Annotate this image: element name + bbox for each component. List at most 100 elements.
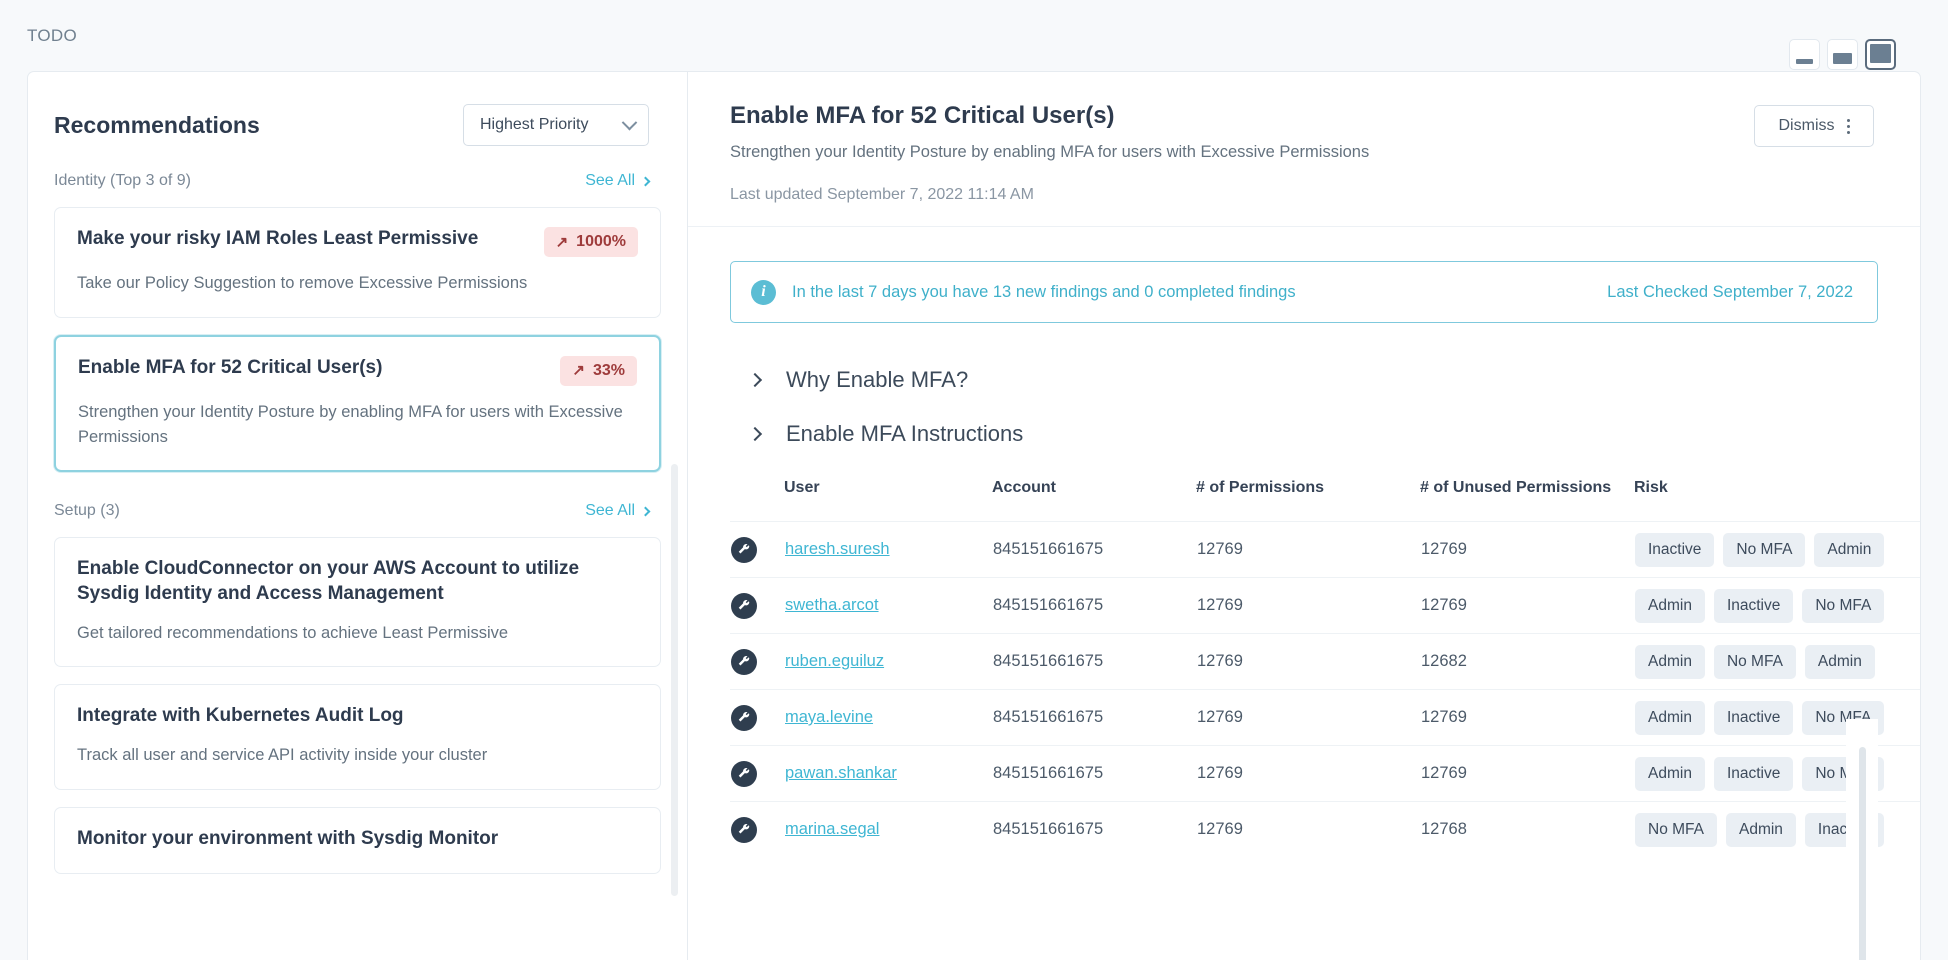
see-all-label: See All xyxy=(585,172,635,190)
page-title: Enable MFA for 52 Critical User(s) xyxy=(730,102,1920,130)
group-label: Setup (3) xyxy=(54,502,120,520)
column-header-risk[interactable]: Risk xyxy=(1634,479,1920,522)
wrench-icon xyxy=(731,649,757,675)
risk-badge: Admin xyxy=(1635,645,1705,679)
accordion-label: Why Enable MFA? xyxy=(786,367,968,393)
risk-badge: Inactive xyxy=(1714,701,1793,735)
cell-account: 845151661675 xyxy=(992,578,1196,634)
user-link[interactable]: swetha.arcot xyxy=(785,596,879,614)
table-row[interactable]: marina.segal8451516616751276912768No MFA… xyxy=(730,802,1920,858)
recommendation-card[interactable]: Monitor your environment with Sysdig Mon… xyxy=(54,807,661,874)
users-table: User Account # of Permissions # of Unuse… xyxy=(730,479,1920,858)
table-row[interactable]: swetha.arcot8451516616751276912769AdminI… xyxy=(730,578,1920,634)
sidebar-scrollbar[interactable] xyxy=(671,464,678,896)
cell-unused-permissions: 12769 xyxy=(1420,690,1634,746)
cell-permissions: 12769 xyxy=(1196,578,1420,634)
cell-unused-permissions: 12769 xyxy=(1420,522,1634,578)
row-avatar-cell xyxy=(730,634,784,690)
cell-risk: InactiveNo MFAAdmin xyxy=(1634,522,1920,578)
main-window: Recommendations Highest Priority Identit… xyxy=(27,71,1921,960)
card-description: Track all user and service API activity … xyxy=(77,743,638,768)
identity-card-list: Make your risky IAM Roles Least Permissi… xyxy=(28,207,687,472)
group-header-identity: Identity (Top 3 of 9) See All xyxy=(28,172,687,190)
table-row[interactable]: ruben.eguiluz8451516616751276912682Admin… xyxy=(730,634,1920,690)
panel-title: Recommendations xyxy=(54,112,260,139)
risk-badge: Admin xyxy=(1726,813,1796,847)
chevron-right-icon xyxy=(641,176,651,186)
panel-size-large-button[interactable] xyxy=(1865,39,1896,70)
column-header-user[interactable]: User xyxy=(784,479,992,522)
recommendations-header: Recommendations Highest Priority xyxy=(28,72,687,146)
risk-badge: Admin xyxy=(1805,645,1875,679)
window-size-controls xyxy=(1789,39,1896,70)
page-subtitle: Strengthen your Identity Posture by enab… xyxy=(730,143,1920,162)
cell-account: 845151661675 xyxy=(992,802,1196,858)
cell-user: haresh.suresh xyxy=(784,522,992,578)
cell-unused-permissions: 12682 xyxy=(1420,634,1634,690)
detail-scrollbar[interactable] xyxy=(1859,747,1866,960)
risk-badge: No MFA xyxy=(1723,533,1805,567)
detail-header: Enable MFA for 52 Critical User(s) Stren… xyxy=(688,72,1920,227)
info-banner-text: In the last 7 days you have 13 new findi… xyxy=(792,283,1296,302)
accordion-enable-mfa-instructions[interactable]: Enable MFA Instructions xyxy=(730,407,1878,461)
table-row[interactable]: pawan.shankar8451516616751276912769Admin… xyxy=(730,746,1920,802)
detail-body: i In the last 7 days you have 13 new fin… xyxy=(688,227,1920,858)
user-link[interactable]: pawan.shankar xyxy=(785,764,897,782)
panel-large-icon xyxy=(1870,44,1891,63)
info-banner-last-checked: Last Checked September 7, 2022 xyxy=(1607,283,1853,302)
cell-account: 845151661675 xyxy=(992,522,1196,578)
column-header-icon xyxy=(730,479,784,522)
risk-badge: Admin xyxy=(1635,589,1705,623)
info-icon: i xyxy=(751,280,776,305)
panel-small-icon xyxy=(1796,59,1813,64)
badge-value: 1000% xyxy=(576,233,626,251)
cell-permissions: 12769 xyxy=(1196,802,1420,858)
sort-select-value: Highest Priority xyxy=(480,116,588,134)
risk-badge: Inactive xyxy=(1635,533,1714,567)
panel-size-small-button[interactable] xyxy=(1789,39,1820,70)
row-avatar-cell xyxy=(730,522,784,578)
cell-user: swetha.arcot xyxy=(784,578,992,634)
sort-select[interactable]: Highest Priority xyxy=(463,104,649,146)
user-link[interactable]: ruben.eguiluz xyxy=(785,652,884,670)
recommendation-card[interactable]: Enable CloudConnector on your AWS Accoun… xyxy=(54,537,661,667)
recommendation-card-selected[interactable]: Enable MFA for 52 Critical User(s) ↗ 33%… xyxy=(54,335,661,473)
column-header-account[interactable]: Account xyxy=(992,479,1196,522)
user-link[interactable]: marina.segal xyxy=(785,820,879,838)
cell-account: 845151661675 xyxy=(992,634,1196,690)
risk-badge: Admin xyxy=(1635,701,1705,735)
cell-user: marina.segal xyxy=(784,802,992,858)
recommendation-card[interactable]: Make your risky IAM Roles Least Permissi… xyxy=(54,207,661,318)
see-all-identity-link[interactable]: See All xyxy=(585,172,649,190)
risk-badge: No MFA xyxy=(1714,645,1796,679)
column-header-permissions[interactable]: # of Permissions xyxy=(1196,479,1420,522)
user-link[interactable]: haresh.suresh xyxy=(785,540,890,558)
badge-value: 33% xyxy=(593,362,625,380)
risk-badge: Inactive xyxy=(1714,589,1793,623)
card-title: Enable MFA for 52 Critical User(s) xyxy=(78,356,382,381)
wrench-icon xyxy=(731,705,757,731)
table-header-row: User Account # of Permissions # of Unuse… xyxy=(730,479,1920,522)
cell-unused-permissions: 12769 xyxy=(1420,746,1634,802)
arrow-up-right-icon: ↗ xyxy=(572,363,585,378)
recommendation-card[interactable]: Integrate with Kubernetes Audit Log Trac… xyxy=(54,684,661,789)
table-row[interactable]: maya.levine8451516616751276912769AdminIn… xyxy=(730,690,1920,746)
dismiss-button[interactable]: Dismiss xyxy=(1754,105,1874,147)
accordion-label: Enable MFA Instructions xyxy=(786,421,1023,447)
table-row[interactable]: haresh.suresh8451516616751276912769Inact… xyxy=(730,522,1920,578)
chevron-right-icon xyxy=(641,506,651,516)
dismiss-label: Dismiss xyxy=(1779,117,1835,135)
cell-account: 845151661675 xyxy=(992,746,1196,802)
column-header-unused-permissions[interactable]: # of Unused Permissions xyxy=(1420,479,1634,522)
app-root: TODO Recommendations Highest Priority xyxy=(0,0,1948,960)
risk-badge: No MFA xyxy=(1802,589,1884,623)
card-description: Strengthen your Identity Posture by enab… xyxy=(78,400,637,450)
kebab-menu-icon[interactable] xyxy=(1847,119,1850,134)
cell-unused-permissions: 12769 xyxy=(1420,578,1634,634)
group-header-setup: Setup (3) See All xyxy=(28,502,687,520)
user-link[interactable]: maya.levine xyxy=(785,708,873,726)
accordion-why-enable-mfa[interactable]: Why Enable MFA? xyxy=(730,353,1878,407)
see-all-setup-link[interactable]: See All xyxy=(585,502,649,520)
panel-size-medium-button[interactable] xyxy=(1827,39,1858,70)
wrench-icon xyxy=(731,817,757,843)
